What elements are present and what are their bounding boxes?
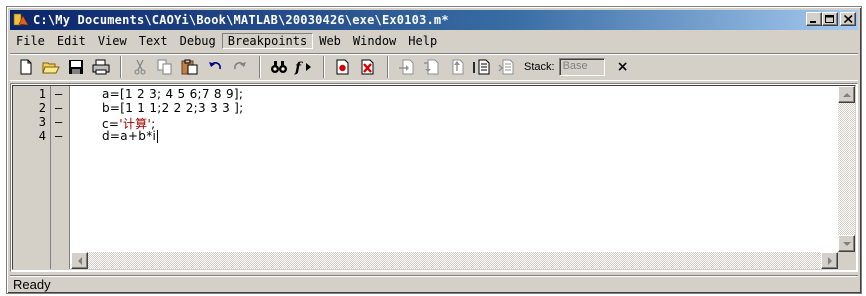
toolbar-separator <box>387 56 389 78</box>
paste-icon <box>181 59 198 75</box>
step-in-icon <box>424 59 439 75</box>
clear-breakpoints-button[interactable] <box>356 56 380 78</box>
set-breakpoint-icon <box>336 59 349 75</box>
matlab-app-icon[interactable] <box>13 12 29 28</box>
window-controls <box>806 12 856 26</box>
down-arrow-icon <box>842 241 851 246</box>
line-number: 3 <box>38 115 46 129</box>
toolbar-separator <box>323 56 325 78</box>
new-file-button[interactable] <box>14 56 38 78</box>
undo-icon <box>209 62 221 70</box>
editor-window: C:\My Documents\CAOYi\Book\MATLAB\200304… <box>6 6 862 294</box>
stack-label: Stack: <box>524 61 555 73</box>
vertical-scrollbar[interactable] <box>838 86 855 252</box>
up-arrow-icon <box>842 92 851 97</box>
save-icon <box>69 60 83 74</box>
cut-button[interactable] <box>128 56 152 78</box>
menu-edit[interactable]: Edit <box>51 33 92 49</box>
close-window-button[interactable] <box>840 12 856 26</box>
line-number: 1 <box>38 87 46 101</box>
paste-button[interactable] <box>178 56 202 78</box>
title-bar[interactable]: C:\My Documents\CAOYi\Book\MATLAB\200304… <box>10 10 858 30</box>
redo-icon <box>234 62 246 70</box>
scroll-down-button[interactable] <box>838 235 855 252</box>
menu-bar: File Edit View Text Debug Breakpoints We… <box>10 31 858 50</box>
left-arrow-icon <box>77 256 82 265</box>
menu-file[interactable]: File <box>10 33 51 49</box>
menu-web[interactable]: Web <box>313 33 347 49</box>
scroll-right-button[interactable] <box>821 252 838 269</box>
exit-debug-button[interactable] <box>495 56 519 78</box>
step-out-icon <box>452 59 464 75</box>
scroll-left-button[interactable] <box>71 252 88 269</box>
minimize-icon <box>810 21 816 23</box>
continue-button[interactable] <box>470 56 494 78</box>
svg-text:f: f <box>294 60 304 75</box>
status-text: Ready <box>13 277 51 292</box>
editor-gutter: 1 2 3 4 — — — — <box>13 86 70 269</box>
code-text-area[interactable]: a=[1 2 3; 4 5 6;7 8 9]; b=[1 1 1;2 2 2;3… <box>71 86 838 252</box>
close-icon <box>843 15 853 23</box>
toolbar-separator <box>120 56 122 78</box>
menu-text[interactable]: Text <box>133 33 174 49</box>
breakpoint-marker[interactable]: — <box>55 101 62 115</box>
redo-button[interactable] <box>228 56 252 78</box>
save-button[interactable] <box>64 56 88 78</box>
exit-debug-icon <box>498 59 514 75</box>
line-number: 4 <box>38 129 46 143</box>
function-button[interactable]: f <box>292 56 316 78</box>
find-button[interactable] <box>267 56 291 78</box>
function-icon: f <box>294 60 311 75</box>
copy-button[interactable] <box>153 56 177 78</box>
editor-frame: 1 2 3 4 — — — — a=[1 2 3; 4 5 6;7 8 9]; … <box>12 85 856 270</box>
scrollbar-corner <box>838 252 855 269</box>
undo-button[interactable] <box>203 56 227 78</box>
window-title: C:\My Documents\CAOYi\Book\MATLAB\200304… <box>33 13 449 27</box>
breakpoint-marker[interactable]: — <box>55 129 62 143</box>
menu-view[interactable]: View <box>92 33 133 49</box>
menu-breakpoints[interactable]: Breakpoints <box>221 32 314 49</box>
breakpoint-marker[interactable]: — <box>55 115 62 129</box>
menu-help[interactable]: Help <box>402 33 443 49</box>
step-in-button[interactable] <box>420 56 444 78</box>
code-line-2: b=[1 1 1;2 2 2;3 3 3 ]; <box>102 101 244 115</box>
cut-icon <box>134 59 146 75</box>
maximize-icon <box>825 14 834 23</box>
open-file-button[interactable] <box>39 56 63 78</box>
close-document-button[interactable]: × <box>615 59 631 75</box>
print-icon <box>92 59 110 75</box>
clear-breakpoints-icon <box>361 59 374 75</box>
new-file-icon <box>20 59 32 75</box>
maximize-button[interactable] <box>822 12 838 26</box>
open-folder-icon <box>42 62 60 74</box>
step-button[interactable] <box>395 56 419 78</box>
text-cursor <box>157 130 159 143</box>
code-editor: 1 2 3 4 — — — — a=[1 2 3; 4 5 6;7 8 9]; … <box>10 83 858 272</box>
line-number: 2 <box>38 101 46 115</box>
menu-window[interactable]: Window <box>347 33 402 49</box>
toolbar-separator <box>259 56 261 78</box>
stack-dropdown[interactable]: Base <box>558 58 605 76</box>
code-text: d=a+b*i <box>102 129 157 143</box>
step-out-button[interactable] <box>445 56 469 78</box>
print-button[interactable] <box>89 56 113 78</box>
copy-icon <box>157 59 172 75</box>
breakpoint-marker[interactable]: — <box>55 87 62 101</box>
right-arrow-icon <box>827 256 832 265</box>
toolbar: f Stack: Base × <box>10 53 858 81</box>
status-bar: Ready <box>10 275 858 293</box>
line-number-column: 1 2 3 4 <box>13 86 51 269</box>
code-line-4: d=a+b*i <box>102 129 159 143</box>
find-icon <box>271 61 287 73</box>
menu-debug[interactable]: Debug <box>174 33 222 49</box>
scroll-up-button[interactable] <box>838 86 855 103</box>
horizontal-scrollbar[interactable] <box>71 252 838 269</box>
code-line-1: a=[1 2 3; 4 5 6;7 8 9]; <box>102 87 244 101</box>
minimize-button[interactable] <box>806 12 822 26</box>
set-breakpoint-button[interactable] <box>331 56 355 78</box>
step-icon <box>399 59 414 75</box>
continue-icon <box>473 59 490 75</box>
